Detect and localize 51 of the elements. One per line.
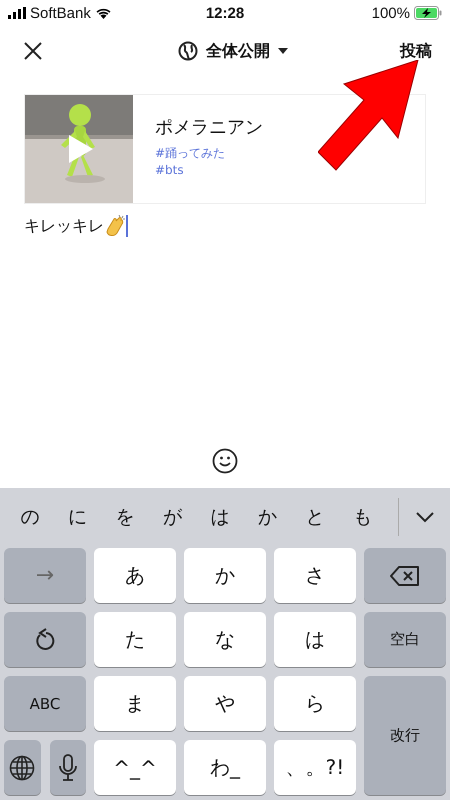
- microphone-icon: [58, 754, 77, 782]
- audience-selector[interactable]: 全体公開: [178, 40, 288, 62]
- globe-icon: [178, 41, 198, 61]
- candidate-word[interactable]: が: [148, 504, 196, 530]
- keyboard-key[interactable]: ABC: [4, 676, 86, 731]
- candidate-word[interactable]: に: [54, 504, 101, 530]
- signal-icon: [8, 7, 26, 19]
- status-time: 12:28: [206, 4, 244, 22]
- undo-icon: [34, 628, 56, 652]
- keyboard-key[interactable]: な: [184, 612, 266, 667]
- keyboard-key[interactable]: ^_^: [94, 740, 176, 795]
- battery-percent: 100%: [372, 4, 410, 22]
- backspace-key[interactable]: [364, 548, 446, 603]
- candidate-word[interactable]: を: [101, 504, 148, 530]
- keyboard-key[interactable]: 改行: [364, 676, 446, 795]
- candidate-word[interactable]: の: [6, 504, 54, 530]
- wifi-icon: [94, 7, 112, 19]
- keyboard-key[interactable]: は: [274, 612, 356, 667]
- globe-icon: [9, 754, 36, 780]
- dropdown-caret-icon: [278, 48, 288, 54]
- battery-charging-icon: [414, 6, 442, 20]
- candidate-word[interactable]: は: [196, 504, 244, 530]
- post-button[interactable]: 投稿: [400, 40, 432, 62]
- video-title: ポメラニアン: [155, 116, 263, 139]
- globe-key[interactable]: [4, 740, 40, 795]
- comment-field[interactable]: キレッキレ: [24, 212, 128, 240]
- smiley-icon[interactable]: [212, 448, 238, 474]
- keyboard-key[interactable]: わ_: [184, 740, 266, 795]
- keyboard-key[interactable]: ま: [94, 676, 176, 731]
- backspace-icon: [389, 564, 421, 586]
- undo-key[interactable]: [4, 612, 86, 667]
- keyboard-key[interactable]: や: [184, 676, 266, 731]
- candidate-word[interactable]: か: [244, 504, 291, 530]
- keyboard-key[interactable]: 空白: [364, 612, 446, 667]
- keyboard-key[interactable]: あ: [94, 548, 176, 603]
- candidate-word[interactable]: と: [291, 504, 338, 530]
- clapping-hands-icon: [105, 215, 125, 237]
- hashtag-link[interactable]: #bts: [155, 162, 184, 179]
- close-icon[interactable]: [22, 40, 44, 62]
- chevron-down-icon[interactable]: [415, 510, 435, 522]
- play-icon[interactable]: [69, 135, 93, 163]
- keyboard-key[interactable]: か: [184, 548, 266, 603]
- keyboard-key[interactable]: 、。?!: [274, 740, 356, 795]
- keyboard-key[interactable]: さ: [274, 548, 356, 603]
- text-cursor: [126, 215, 128, 237]
- carrier-name: SoftBank: [30, 4, 91, 22]
- hashtag-link[interactable]: #踊ってみた: [155, 145, 226, 162]
- keyboard-key[interactable]: た: [94, 612, 176, 667]
- microphone-key[interactable]: [50, 740, 86, 795]
- candidate-word[interactable]: も: [338, 504, 386, 530]
- keyboard-key[interactable]: ら: [274, 676, 356, 731]
